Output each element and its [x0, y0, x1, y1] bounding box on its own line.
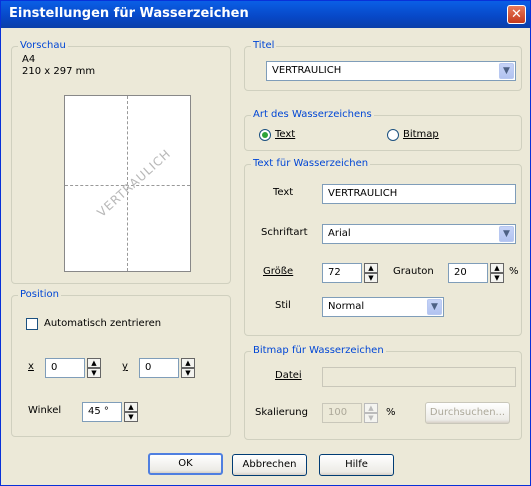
y-spinner[interactable]: ▲ ▼ [181, 358, 195, 378]
watermark-type-legend: Art des Wasserzeichens [251, 109, 374, 120]
close-button[interactable]: ✕ [507, 5, 526, 24]
spin-up-icon[interactable]: ▲ [124, 402, 138, 412]
gray-unit: % [509, 266, 519, 277]
watermark-type-group: Art des Wasserzeichens Text Bitmap [244, 109, 522, 151]
text-radio[interactable] [259, 129, 271, 141]
title-select-value: VERTRAULICH [272, 65, 342, 76]
text-radio-label: Text [275, 129, 296, 140]
spin-up-icon[interactable]: ▲ [181, 358, 195, 368]
gray-spinner[interactable]: ▲ ▼ [490, 263, 504, 283]
angle-label: Winkel [28, 405, 62, 416]
font-select[interactable]: Arial ▼ [322, 224, 516, 244]
dialog-window: Einstellungen für Wasserzeichen ✕ Vorsch… [0, 0, 531, 486]
text-settings-legend: Text für Wasserzeichen [251, 158, 371, 169]
cancel-button[interactable]: Abbrechen [232, 454, 307, 476]
title-bar[interactable]: Einstellungen für Wasserzeichen ✕ [1, 1, 530, 28]
spin-down-icon[interactable]: ▼ [124, 412, 138, 422]
title-select[interactable]: VERTRAULICH ▼ [266, 61, 516, 81]
auto-center-checkbox[interactable] [26, 318, 38, 330]
paper-size: A4 [22, 54, 36, 65]
spin-up-icon[interactable]: ▲ [364, 263, 378, 273]
scale-label: Skalierung [255, 407, 308, 418]
gray-label: Grauton [393, 266, 434, 277]
spin-up-icon[interactable]: ▲ [364, 403, 378, 413]
spin-down-icon[interactable]: ▼ [87, 368, 101, 378]
spin-up-icon[interactable]: ▲ [87, 358, 101, 368]
font-select-value: Arial [328, 228, 351, 239]
title-group: Titel VERTRAULICH ▼ [244, 40, 522, 91]
bitmap-settings-group: Bitmap für Wasserzeichen Datei Skalierun… [244, 345, 522, 440]
scale-spinner[interactable]: ▲ ▼ [364, 403, 378, 423]
style-select-value: Normal [328, 301, 365, 312]
bitmap-radio[interactable] [387, 129, 399, 141]
title-legend: Titel [251, 40, 277, 51]
preview-group: Vorschau A4 210 x 297 mm VERTRAULICH [11, 40, 231, 284]
position-group: Position Automatisch zentrieren x 0 ▲ ▼ … [11, 289, 231, 437]
font-label: Schriftart [261, 227, 308, 238]
spin-down-icon[interactable]: ▼ [364, 413, 378, 423]
dialog-title: Einstellungen für Wasserzeichen [9, 6, 249, 21]
ok-button[interactable]: OK [148, 453, 223, 475]
spin-down-icon[interactable]: ▼ [364, 273, 378, 283]
chevron-down-icon[interactable]: ▼ [499, 226, 514, 242]
x-label: x [28, 361, 34, 372]
watermark-text-input[interactable]: VERTRAULICH [322, 184, 516, 204]
style-label: Stil [275, 300, 291, 311]
chevron-down-icon[interactable]: ▼ [499, 63, 514, 79]
help-button[interactable]: Hilfe [319, 454, 394, 476]
angle-spinner[interactable]: ▲ ▼ [124, 402, 138, 422]
bitmap-settings-legend: Bitmap für Wasserzeichen [251, 345, 386, 356]
text-label: Text [273, 187, 294, 198]
spin-down-icon[interactable]: ▼ [181, 368, 195, 378]
spin-up-icon[interactable]: ▲ [490, 263, 504, 273]
bitmap-radio-label: Bitmap [403, 129, 439, 140]
paper-dimensions: 210 x 297 mm [22, 66, 96, 77]
size-label: Größe [263, 266, 294, 277]
close-icon: ✕ [511, 7, 522, 22]
spin-down-icon[interactable]: ▼ [490, 273, 504, 283]
auto-center-label: Automatisch zentrieren [44, 318, 162, 329]
y-input[interactable]: 0 [139, 358, 179, 378]
x-spinner[interactable]: ▲ ▼ [87, 358, 101, 378]
y-label: y [122, 361, 128, 372]
preview-paper: VERTRAULICH [64, 95, 191, 272]
preview-legend: Vorschau [18, 40, 68, 51]
position-legend: Position [18, 289, 61, 300]
gray-input[interactable]: 20 [448, 263, 488, 283]
x-input[interactable]: 0 [45, 358, 85, 378]
file-label: Datei [275, 370, 302, 381]
size-input[interactable]: 72 [322, 263, 362, 283]
file-input[interactable] [322, 367, 516, 387]
size-spinner[interactable]: ▲ ▼ [364, 263, 378, 283]
text-settings-group: Text für Wasserzeichen Text VERTRAULICH … [244, 158, 522, 336]
scale-input[interactable]: 100 [322, 403, 362, 423]
scale-unit: % [386, 407, 396, 418]
angle-input[interactable]: 45 ° [82, 402, 122, 422]
preview-watermark: VERTRAULICH [94, 146, 174, 220]
style-select[interactable]: Normal ▼ [322, 297, 444, 317]
chevron-down-icon[interactable]: ▼ [427, 299, 442, 315]
browse-button[interactable]: Durchsuchen... [425, 402, 510, 424]
